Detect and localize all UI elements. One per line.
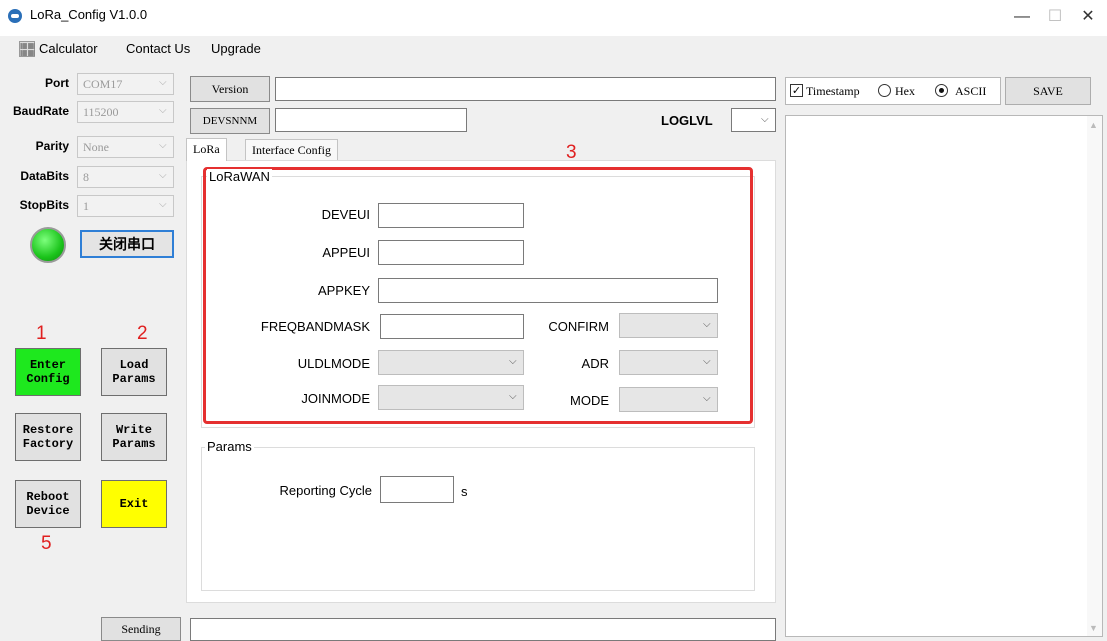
log-output[interactable] [785,115,1103,637]
adr-label: ADR [581,356,609,371]
stopbits-label: StopBits [19,198,69,212]
close-button[interactable]: ✕ [1073,4,1103,30]
parity-label: Parity [35,139,69,153]
enter-config-label: Enter Config [26,358,70,386]
freqbandmask-input[interactable] [380,314,524,339]
ascii-label: ASCII [955,84,987,98]
version-field[interactable] [275,77,776,101]
chevron-down-icon: ⌵ [159,170,167,181]
freqbandmask-label: FREQBANDMASK [260,319,370,334]
restore-factory-label: Restore Factory [22,423,74,451]
chevron-down-icon: ⌵ [703,319,711,330]
window-title: LoRa_Config V1.0.0 [30,7,148,22]
joinmode-label: JOINMODE [301,391,370,406]
hex-label: Hex [895,84,915,98]
deveui-input[interactable] [378,203,524,228]
reboot-device-button[interactable]: Reboot Device [15,480,81,528]
chevron-down-icon: ⌵ [703,356,711,367]
lorawan-group-title: LoRaWAN [207,169,272,184]
mode-select[interactable]: ⌵ [619,387,718,412]
appeui-input[interactable] [378,240,524,265]
uldlmode-label: ULDLMODE [297,356,370,371]
maximize-button[interactable]: ☐ [1040,4,1070,30]
stopbits-value: 1 [83,199,89,213]
calculator-icon: ▦▦ ▦▦ [19,41,36,57]
menu-contact-us[interactable]: Contact Us [126,41,190,56]
ascii-radio[interactable] [935,84,948,97]
chevron-down-icon: ⌵ [159,199,167,210]
devsn-button[interactable]: DEVSNNM [190,108,270,134]
chevron-down-icon: ⌵ [509,391,517,402]
baudrate-label: BaudRate [12,104,69,118]
deveui-label: DEVEUI [321,207,370,222]
chevron-down-icon: ⌵ [509,356,517,367]
log-scrollbar[interactable] [1087,116,1102,636]
loglvl-label: LOGLVL [661,113,713,128]
timestamp-checkbox[interactable]: ✓ [790,84,803,97]
send-input[interactable] [190,618,776,641]
stopbits-select[interactable]: 1 ⌵ [77,195,174,217]
minimize-button[interactable]: — [1007,4,1037,30]
annotation-2: 2 [137,323,148,344]
annotation-5: 5 [41,533,52,554]
loglvl-select[interactable]: ⌵ [731,108,776,132]
adr-select[interactable]: ⌵ [619,350,718,375]
confirm-label: CONFIRM [548,319,609,334]
port-select[interactable]: COM17 ⌵ [77,73,174,95]
restore-factory-button[interactable]: Restore Factory [15,413,81,461]
params-group [201,447,755,591]
annotation-1: 1 [36,323,47,344]
reporting-cycle-label: Reporting Cycle [279,483,373,498]
chevron-down-icon: ⌵ [159,77,167,88]
scroll-up-icon[interactable]: ▲ [1089,120,1098,130]
parity-select[interactable]: None ⌵ [77,136,174,158]
appeui-label: APPEUI [322,245,370,260]
menu-calculator[interactable]: Calculator [39,41,98,56]
reboot-device-label: Reboot Device [26,490,70,518]
version-button[interactable]: Version [190,76,270,102]
load-params-label: Load Params [112,358,156,386]
joinmode-select[interactable]: ⌵ [378,385,524,410]
parity-value: None [83,140,109,154]
scroll-down-icon[interactable]: ▼ [1089,623,1098,633]
databits-value: 8 [83,170,89,184]
close-port-button[interactable]: 关闭串口 [80,230,174,258]
reporting-cycle-input[interactable] [380,476,454,503]
save-button[interactable]: SAVE [1005,77,1091,105]
title-bar [0,0,1107,36]
confirm-select[interactable]: ⌵ [619,313,718,338]
load-params-button[interactable]: Load Params [101,348,167,396]
radio-dot [939,88,944,93]
sending-button[interactable]: Sending [101,617,181,641]
devsn-field[interactable] [275,108,467,132]
app-icon [8,9,22,23]
menu-upgrade[interactable]: Upgrade [211,41,261,56]
chevron-down-icon: ⌵ [703,393,711,404]
exit-button[interactable]: Exit [101,480,167,528]
timestamp-label: Timestamp [806,84,860,98]
port-label: Port [45,76,69,90]
mode-label: MODE [570,393,609,408]
write-params-button[interactable]: Write Params [101,413,167,461]
baudrate-value: 115200 [83,105,119,119]
tab-lora[interactable]: LoRa [186,138,227,161]
port-status-indicator [30,227,66,263]
chevron-down-icon: ⌵ [159,140,167,151]
enter-config-button[interactable]: Enter Config [15,348,81,396]
databits-label: DataBits [20,169,69,183]
appkey-input[interactable] [378,278,718,303]
databits-select[interactable]: 8 ⌵ [77,166,174,188]
chevron-down-icon: ⌵ [159,105,167,116]
port-value: COM17 [83,77,123,91]
uldlmode-select[interactable]: ⌵ [378,350,524,375]
appkey-label: APPKEY [317,283,370,298]
baudrate-select[interactable]: 115200 ⌵ [77,101,174,123]
params-group-title: Params [205,439,254,454]
reporting-cycle-unit: s [461,484,468,499]
tab-interface-config[interactable]: Interface Config [245,139,338,161]
chevron-down-icon: ⌵ [761,114,769,125]
hex-radio[interactable] [878,84,891,97]
write-params-label: Write Params [112,423,156,451]
